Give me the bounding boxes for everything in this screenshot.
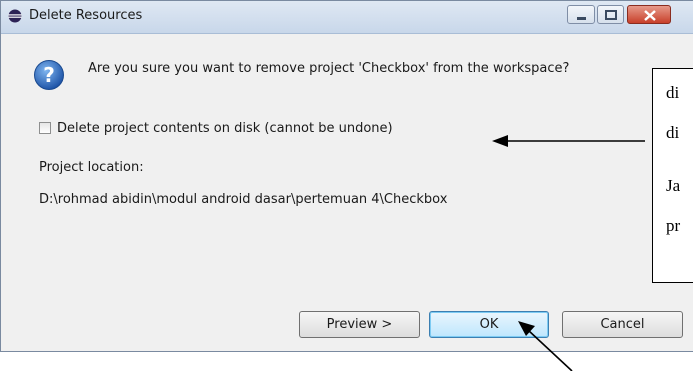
arrow-to-ok-button [518, 321, 573, 371]
arrow-to-checkbox [492, 135, 645, 147]
annotation-arrows [492, 135, 645, 371]
